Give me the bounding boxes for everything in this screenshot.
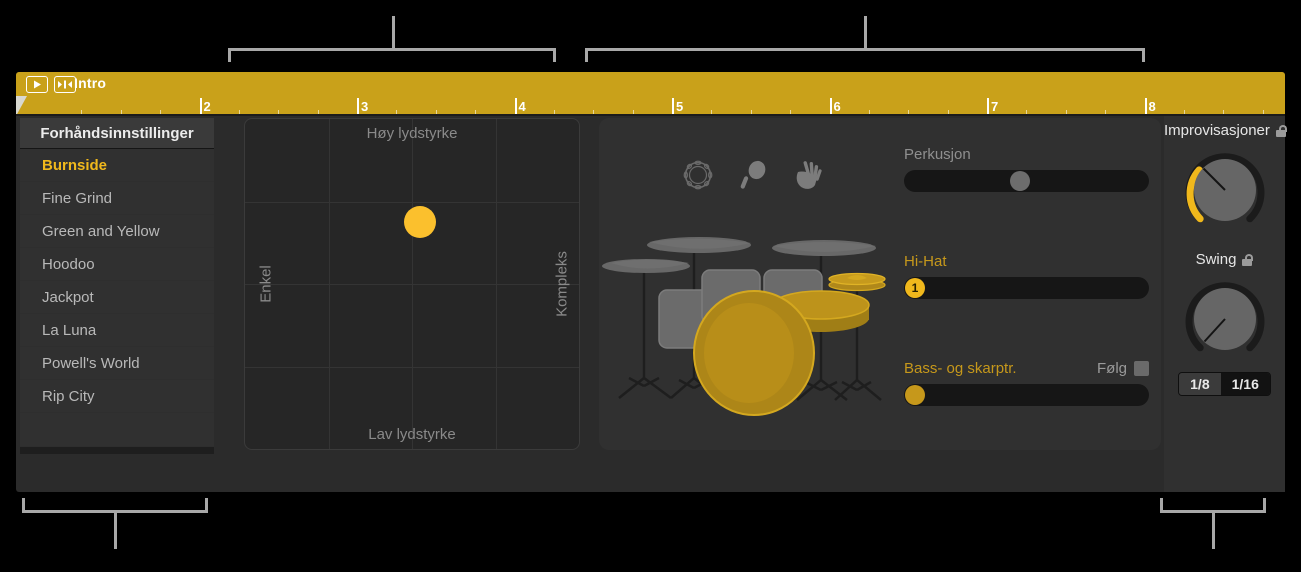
slider-percussion: Perkusjon <box>904 146 1149 192</box>
callout-bottom-left-stem <box>114 511 117 549</box>
callout-top-left-stem <box>392 16 395 50</box>
slider-hihat-label: Hi-Hat <box>904 253 947 270</box>
callout-top-right-end-a <box>585 48 588 62</box>
drummer-plugin-window: Intro 2 3 4 5 6 7 8 Forhåndsinnstillinger Burn… <box>16 72 1287 492</box>
playhead-marker[interactable] <box>16 96 27 116</box>
ruler-bar-number: 3 <box>361 99 369 114</box>
cycle-icon[interactable] <box>54 76 76 93</box>
maraca-icon[interactable] <box>739 160 767 195</box>
preset-empty-row <box>20 413 214 447</box>
slider-bass-snare-knob[interactable] <box>905 385 925 405</box>
slider-bass-snare-track[interactable] <box>904 384 1149 406</box>
ruler-bar-number: 2 <box>203 99 211 114</box>
callout-top-right-stem <box>864 16 867 50</box>
xy-puck[interactable] <box>403 205 436 238</box>
preset-item[interactable]: Hoodoo <box>20 248 214 281</box>
callout-bottom-right-end-a <box>1160 498 1163 512</box>
xy-label-top: Høy lydstyrke <box>366 125 458 142</box>
percussion-icon-group <box>683 160 823 195</box>
preset-item[interactable]: Burnside <box>20 149 214 182</box>
preset-item[interactable]: Fine Grind <box>20 182 214 215</box>
improvisations-label-row: Improvisasjoner <box>1164 122 1287 139</box>
presets-list[interactable]: Burnside Fine Grind Green and Yellow Hoodoo… <box>20 149 214 447</box>
callout-top-left-end-a <box>228 48 231 62</box>
follow-control[interactable]: Følg <box>1097 360 1149 377</box>
slider-hihat: Hi-Hat 1 <box>904 253 1149 299</box>
presets-header: Forhåndsinnstillinger <box>20 118 214 149</box>
callout-bottom-right-end-b <box>1263 498 1266 512</box>
drum-kit-panel: Perkusjon Hi-Hat 1 Bass- og skarptr. Føl… <box>599 118 1161 450</box>
ruler-bar-number: 6 <box>833 99 841 114</box>
play-icon[interactable] <box>26 76 48 93</box>
xy-label-bottom: Lav lydstyrke <box>368 426 456 443</box>
lock-open-icon[interactable] <box>1274 124 1287 137</box>
callout-top-left-end-b <box>553 48 556 62</box>
plugin-body: Forhåndsinnstillinger Burnside Fine Grind… <box>16 116 1287 492</box>
section-name: Intro <box>74 75 107 91</box>
xy-label-left: Enkel <box>257 265 275 303</box>
swing-grid-option-sixteenth[interactable]: 1/16 <box>1220 373 1270 395</box>
preset-item[interactable]: La Luna <box>20 314 214 347</box>
lock-open-icon-2[interactable] <box>1240 253 1254 266</box>
slider-percussion-knob[interactable] <box>1009 171 1030 191</box>
callout-bottom-left-end-b <box>205 498 208 512</box>
clap-icon[interactable] <box>793 160 823 195</box>
slider-percussion-track[interactable] <box>904 170 1149 192</box>
callout-bottom-left-end-a <box>22 498 25 512</box>
ruler-bar-number: 5 <box>676 99 684 114</box>
ruler-bar-number: 7 <box>991 99 999 114</box>
improvisations-label: Improvisasjoner <box>1164 122 1270 139</box>
ruler-icon-group <box>26 76 76 93</box>
swing-knob[interactable] <box>1180 276 1270 362</box>
slider-bass-snare: Bass- og skarptr. Følg <box>904 360 1149 406</box>
swing-label-row: Swing <box>1164 251 1285 268</box>
preset-item[interactable]: Green and Yellow <box>20 215 214 248</box>
xy-grid <box>245 119 579 449</box>
ruler-bar-number: 4 <box>518 99 526 114</box>
ruler-ticks: 2 3 4 5 6 7 8 <box>16 96 1285 116</box>
tambourine-icon[interactable] <box>683 160 713 195</box>
follow-checkbox[interactable] <box>1134 361 1149 376</box>
preset-item[interactable]: Jackpot <box>20 281 214 314</box>
presets-panel: Forhåndsinnstillinger Burnside Fine Grind… <box>20 118 214 454</box>
drum-kit-illustration[interactable] <box>599 208 919 438</box>
preset-item[interactable]: Powell's World <box>20 347 214 380</box>
swing-knob-wrap <box>1164 276 1285 362</box>
slider-percussion-label: Perkusjon <box>904 146 971 163</box>
slider-hihat-track[interactable]: 1 <box>904 277 1149 299</box>
swing-grid-option-eighth[interactable]: 1/8 <box>1179 373 1221 395</box>
ruler-header: Intro <box>16 72 1285 98</box>
xy-label-right: Kompleks <box>553 251 571 317</box>
swing-grid-segmented[interactable]: 1/8 1/16 <box>1164 372 1285 396</box>
follow-label: Følg <box>1097 360 1127 377</box>
improvisations-knob-wrap <box>1164 147 1285 233</box>
xy-pad[interactable]: Høy lydstyrke Lav lydstyrke Enkel Komple… <box>244 118 580 450</box>
callout-bottom-right-stem <box>1212 511 1215 549</box>
slider-hihat-knob[interactable]: 1 <box>905 278 925 298</box>
ruler-bar-number: 8 <box>1148 99 1156 114</box>
screenshot-root: Intro 2 3 4 5 6 7 8 Forhåndsinnstillinger Burn… <box>0 0 1301 572</box>
preset-item[interactable]: Rip City <box>20 380 214 413</box>
callout-top-right-end-b <box>1142 48 1145 62</box>
swing-label: Swing <box>1195 251 1237 268</box>
right-panel: Improvisasjoner Swing 1/8 1/16 <box>1164 116 1287 492</box>
timeline-ruler[interactable]: Intro 2 3 4 5 6 7 8 <box>16 72 1285 116</box>
improvisations-knob[interactable] <box>1180 147 1270 233</box>
